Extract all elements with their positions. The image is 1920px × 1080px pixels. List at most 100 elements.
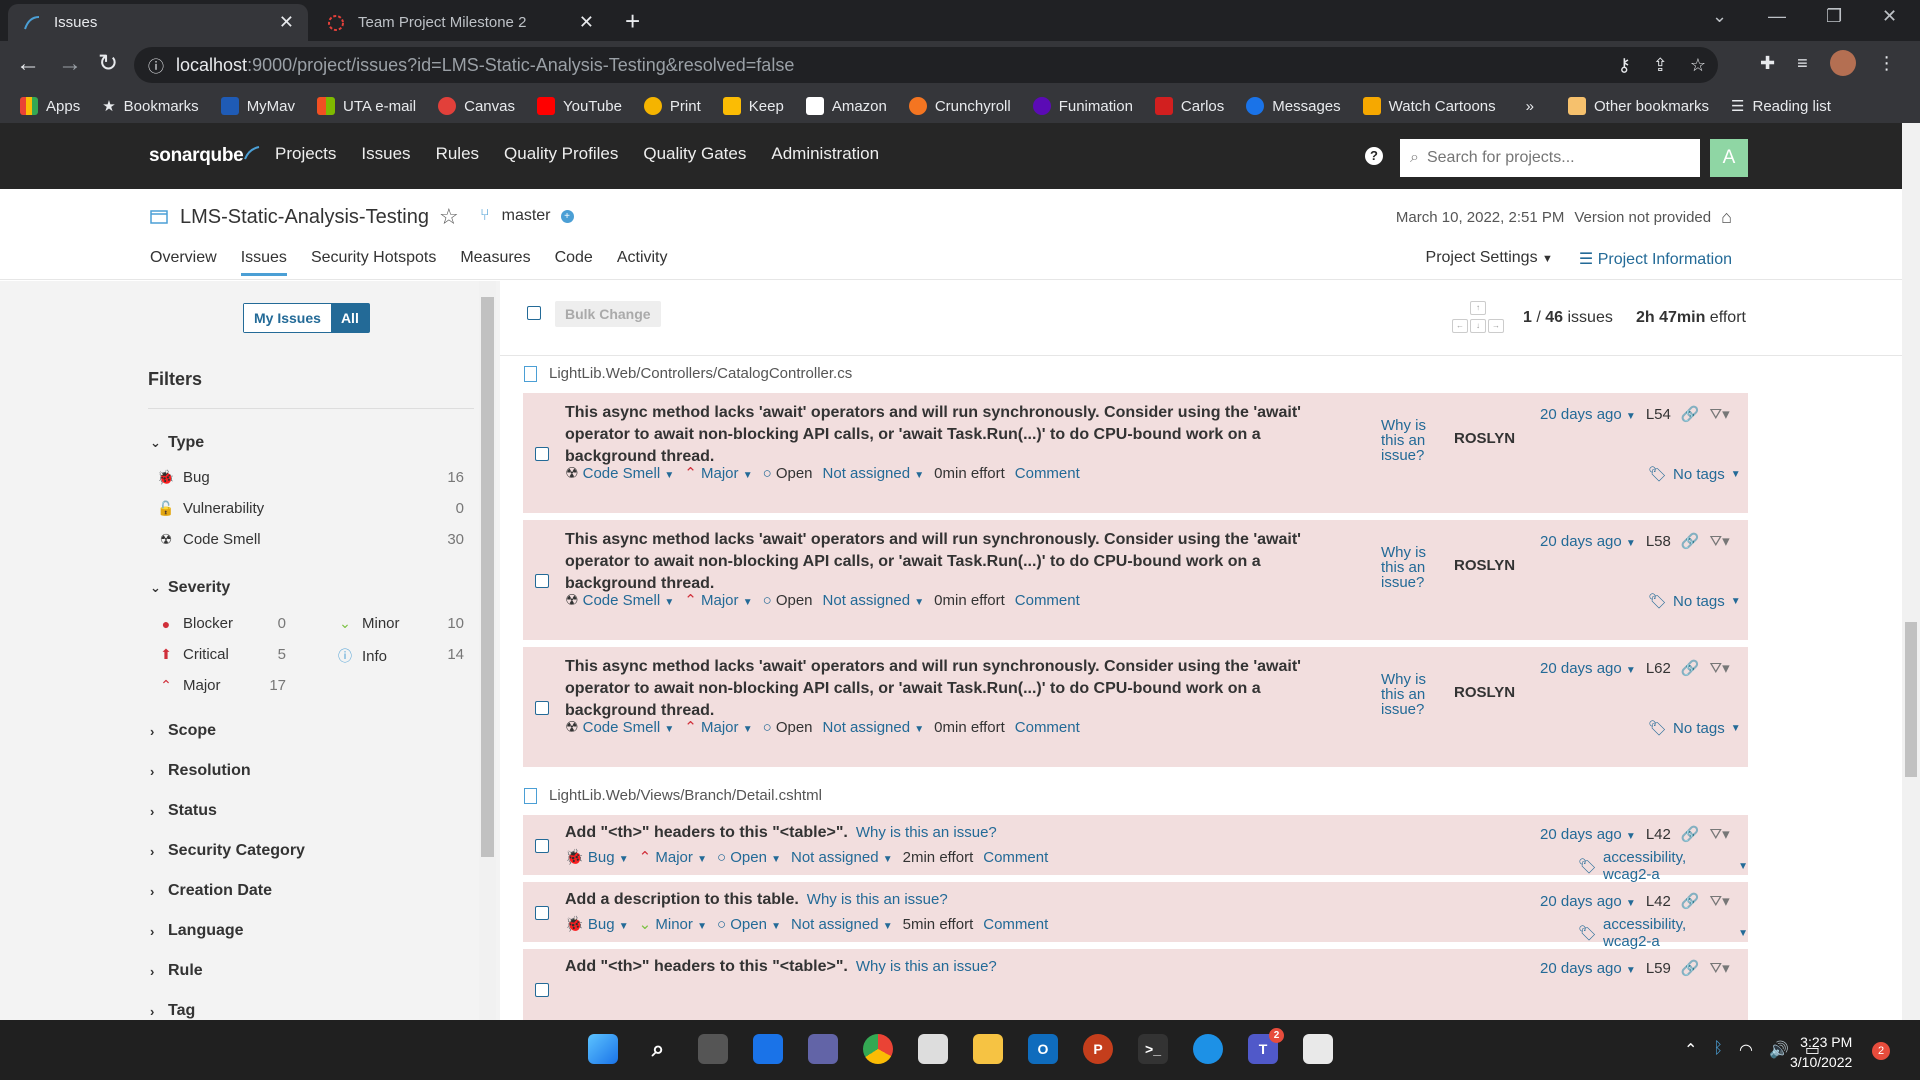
issue-message[interactable]: This async method lacks 'await' operator… <box>565 529 1301 595</box>
issue-message[interactable]: Add a description to this table. Why is t… <box>565 889 948 911</box>
main-scrollbar-thumb[interactable] <box>1905 622 1917 777</box>
bookmark-uta-email[interactable]: UTA e-mail <box>317 97 416 115</box>
facet-item-blocker[interactable]: ● Blocker <box>157 615 233 632</box>
why-link[interactable]: Why is this an issue? <box>1381 545 1426 590</box>
back-button[interactable]: ← <box>16 51 40 77</box>
issue-card[interactable]: Add "<th>" headers to this "<table>". Why… <box>523 949 1748 1020</box>
other-bookmarks[interactable]: Other bookmarks <box>1567 97 1709 115</box>
issue-status[interactable]: ○ Open ▼ <box>717 916 781 933</box>
issue-type[interactable]: ☢ Code Smell ▼ <box>565 464 674 482</box>
issue-severity[interactable]: ⌃ Major ▼ <box>684 591 752 609</box>
permalink-icon[interactable]: 🔗 <box>1681 532 1700 550</box>
new-tab-button[interactable]: + <box>625 8 640 34</box>
tab-code[interactable]: Code <box>555 249 593 276</box>
issue-severity[interactable]: ⌃ Major ▼ <box>684 718 752 736</box>
snipping-tool-icon[interactable] <box>1303 1034 1333 1064</box>
terminal-icon[interactable]: >_ <box>1138 1034 1168 1064</box>
issue-message[interactable]: This async method lacks 'await' operator… <box>565 402 1301 468</box>
issue-message[interactable]: Add "<th>" headers to this "<table>". Why… <box>565 956 997 978</box>
nav-administration[interactable]: Administration <box>771 144 879 164</box>
issue-checkbox[interactable] <box>535 574 549 588</box>
creation-date[interactable]: 20 days ago ▼ <box>1540 533 1636 550</box>
minimize-button[interactable]: — <box>1768 6 1786 27</box>
widgets-icon[interactable] <box>753 1034 783 1064</box>
tab-close-icon[interactable]: ✕ <box>579 12 594 33</box>
filter-icon[interactable]: ⛛▾ <box>1710 825 1730 843</box>
bookmark-bookmarks[interactable]: ★ Bookmarks <box>102 97 198 116</box>
comment-link[interactable]: Comment <box>1015 719 1080 736</box>
issue-checkbox[interactable] <box>535 983 549 997</box>
why-link[interactable]: Why is this an issue? <box>1381 672 1426 717</box>
forward-button[interactable]: → <box>58 51 82 77</box>
issue-type[interactable]: 🐞 Bug ▼ <box>565 915 629 933</box>
help-icon[interactable]: ? <box>1365 147 1383 165</box>
facet-status-header[interactable]: › Status <box>150 802 217 820</box>
issue-assignee[interactable]: Not assigned ▼ <box>823 465 925 482</box>
issue-checkbox[interactable] <box>535 839 549 853</box>
extensions-icon[interactable]: ✚ <box>1760 53 1775 74</box>
project-information-link[interactable]: ☰ Project Information <box>1579 249 1732 269</box>
issue-assignee[interactable]: Not assigned ▼ <box>791 849 893 866</box>
facet-rule-header[interactable]: › Rule <box>150 962 203 980</box>
tab-search-icon[interactable]: ⌄ <box>1712 6 1727 27</box>
filter-icon[interactable]: ⛛▾ <box>1710 959 1730 977</box>
creation-date[interactable]: 20 days ago ▼ <box>1540 960 1636 977</box>
volume-icon[interactable]: 🔊 <box>1769 1040 1789 1060</box>
facet-language-header[interactable]: › Language <box>150 922 244 940</box>
why-link[interactable]: Why is this an issue? <box>807 891 948 908</box>
comment-link[interactable]: Comment <box>1015 465 1080 482</box>
tab-close-icon[interactable]: ✕ <box>279 12 294 33</box>
bookmark-print[interactable]: Print <box>643 97 701 115</box>
issue-checkbox[interactable] <box>535 906 549 920</box>
teams-icon[interactable]: T2 <box>1248 1028 1284 1064</box>
task-view-icon[interactable] <box>698 1034 728 1064</box>
filter-icon[interactable]: ⛛▾ <box>1710 892 1730 910</box>
tab-measures[interactable]: Measures <box>460 249 530 276</box>
filter-icon[interactable]: ⛛▾ <box>1710 405 1730 423</box>
facet-type-header[interactable]: ⌄ Type <box>150 434 204 452</box>
filter-icon[interactable]: ⛛▾ <box>1710 659 1730 677</box>
issue-type[interactable]: ☢ Code Smell ▼ <box>565 591 674 609</box>
issue-status[interactable]: ○ Open ▼ <box>717 849 781 866</box>
bookmark-youtube[interactable]: YouTube <box>536 97 622 115</box>
bluetooth-icon[interactable]: ᛒ <box>1713 1040 1723 1060</box>
bookmark-amazon[interactable]: Amazon <box>805 97 887 115</box>
bookmark-carlos[interactable]: Carlos <box>1154 97 1224 115</box>
nav-quality-gates[interactable]: Quality Gates <box>643 144 746 164</box>
issue-status[interactable]: ○ Open <box>763 465 813 482</box>
bookmark-watch-cartoons[interactable]: Watch Cartoons <box>1362 97 1496 115</box>
bookmark-crunchyroll[interactable]: Crunchyroll <box>908 97 1011 115</box>
docker-icon[interactable] <box>1193 1034 1223 1064</box>
creation-date[interactable]: 20 days ago ▼ <box>1540 893 1636 910</box>
start-icon[interactable] <box>588 1034 618 1064</box>
restore-button[interactable]: ❐ <box>1826 6 1842 27</box>
bulk-change-button[interactable]: Bulk Change <box>555 301 661 327</box>
nav-rules[interactable]: Rules <box>436 144 479 164</box>
file-path[interactable]: LightLib.Web/Controllers/CatalogControll… <box>549 365 852 382</box>
site-info-icon[interactable]: ⓘ <box>148 53 164 77</box>
facet-item-bug[interactable]: 🐞 Bug <box>157 469 209 486</box>
issue-assignee[interactable]: Not assigned ▼ <box>791 916 893 933</box>
issue-status[interactable]: ○ Open <box>763 719 813 736</box>
tray-chevron-icon[interactable]: ⌃ <box>1684 1040 1697 1060</box>
user-avatar[interactable]: A <box>1710 139 1748 177</box>
bookmark-messages[interactable]: Messages <box>1246 97 1341 115</box>
issue-status[interactable]: ○ Open <box>763 592 813 609</box>
issue-tags[interactable]: 🏷 accessibility, wcag2-a ▼ <box>1578 849 1748 883</box>
select-all-checkbox[interactable] <box>527 306 541 320</box>
bookmark-canvas[interactable]: Canvas <box>438 97 515 115</box>
comment-link[interactable]: Comment <box>1015 592 1080 609</box>
chat-icon[interactable] <box>808 1034 838 1064</box>
facet-item-minor[interactable]: ⌄ Minor <box>336 615 399 632</box>
media-control-icon[interactable]: ≡ <box>1797 53 1808 74</box>
favorite-star-icon[interactable]: ☆ <box>439 204 459 230</box>
branch-plus-icon[interactable]: + <box>560 209 574 223</box>
home-icon[interactable]: ⌂ <box>1721 207 1732 228</box>
permalink-icon[interactable]: 🔗 <box>1681 825 1700 843</box>
nav-quality-profiles[interactable]: Quality Profiles <box>504 144 618 164</box>
close-window-button[interactable]: ✕ <box>1882 6 1897 27</box>
facet-item-code-smell[interactable]: ☢ Code Smell <box>157 531 261 548</box>
issue-checkbox[interactable] <box>535 701 549 715</box>
clock[interactable]: 3:23 PM 3/10/2022 <box>1790 1032 1852 1072</box>
main-scrollbar[interactable] <box>1902 123 1920 1020</box>
